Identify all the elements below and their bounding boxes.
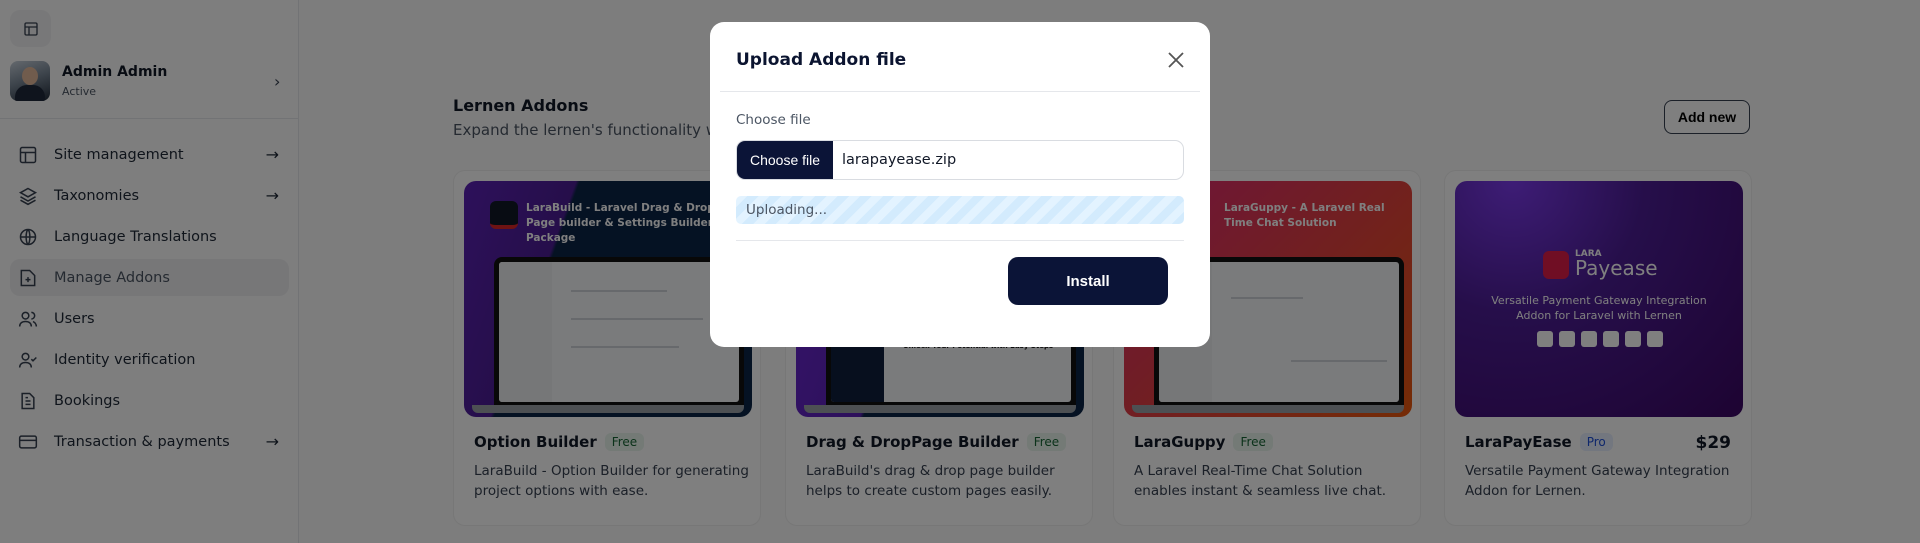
progress-text: Uploading...	[746, 202, 828, 218]
choose-file-label: Choose file	[736, 112, 811, 128]
modal-title: Upload Addon file	[736, 50, 907, 70]
install-button[interactable]: Install	[1008, 257, 1168, 305]
choose-file-button[interactable]: Choose file	[737, 141, 833, 179]
upload-progress-bar: Uploading...	[736, 196, 1184, 224]
divider	[736, 240, 1184, 241]
selected-file-name: larapayease.zip	[842, 152, 957, 168]
close-icon[interactable]	[1166, 50, 1186, 70]
file-input[interactable]: Choose file larapayease.zip	[736, 140, 1184, 180]
upload-addon-modal: Upload Addon file Choose file Choose fil…	[710, 22, 1210, 347]
divider	[720, 91, 1200, 92]
